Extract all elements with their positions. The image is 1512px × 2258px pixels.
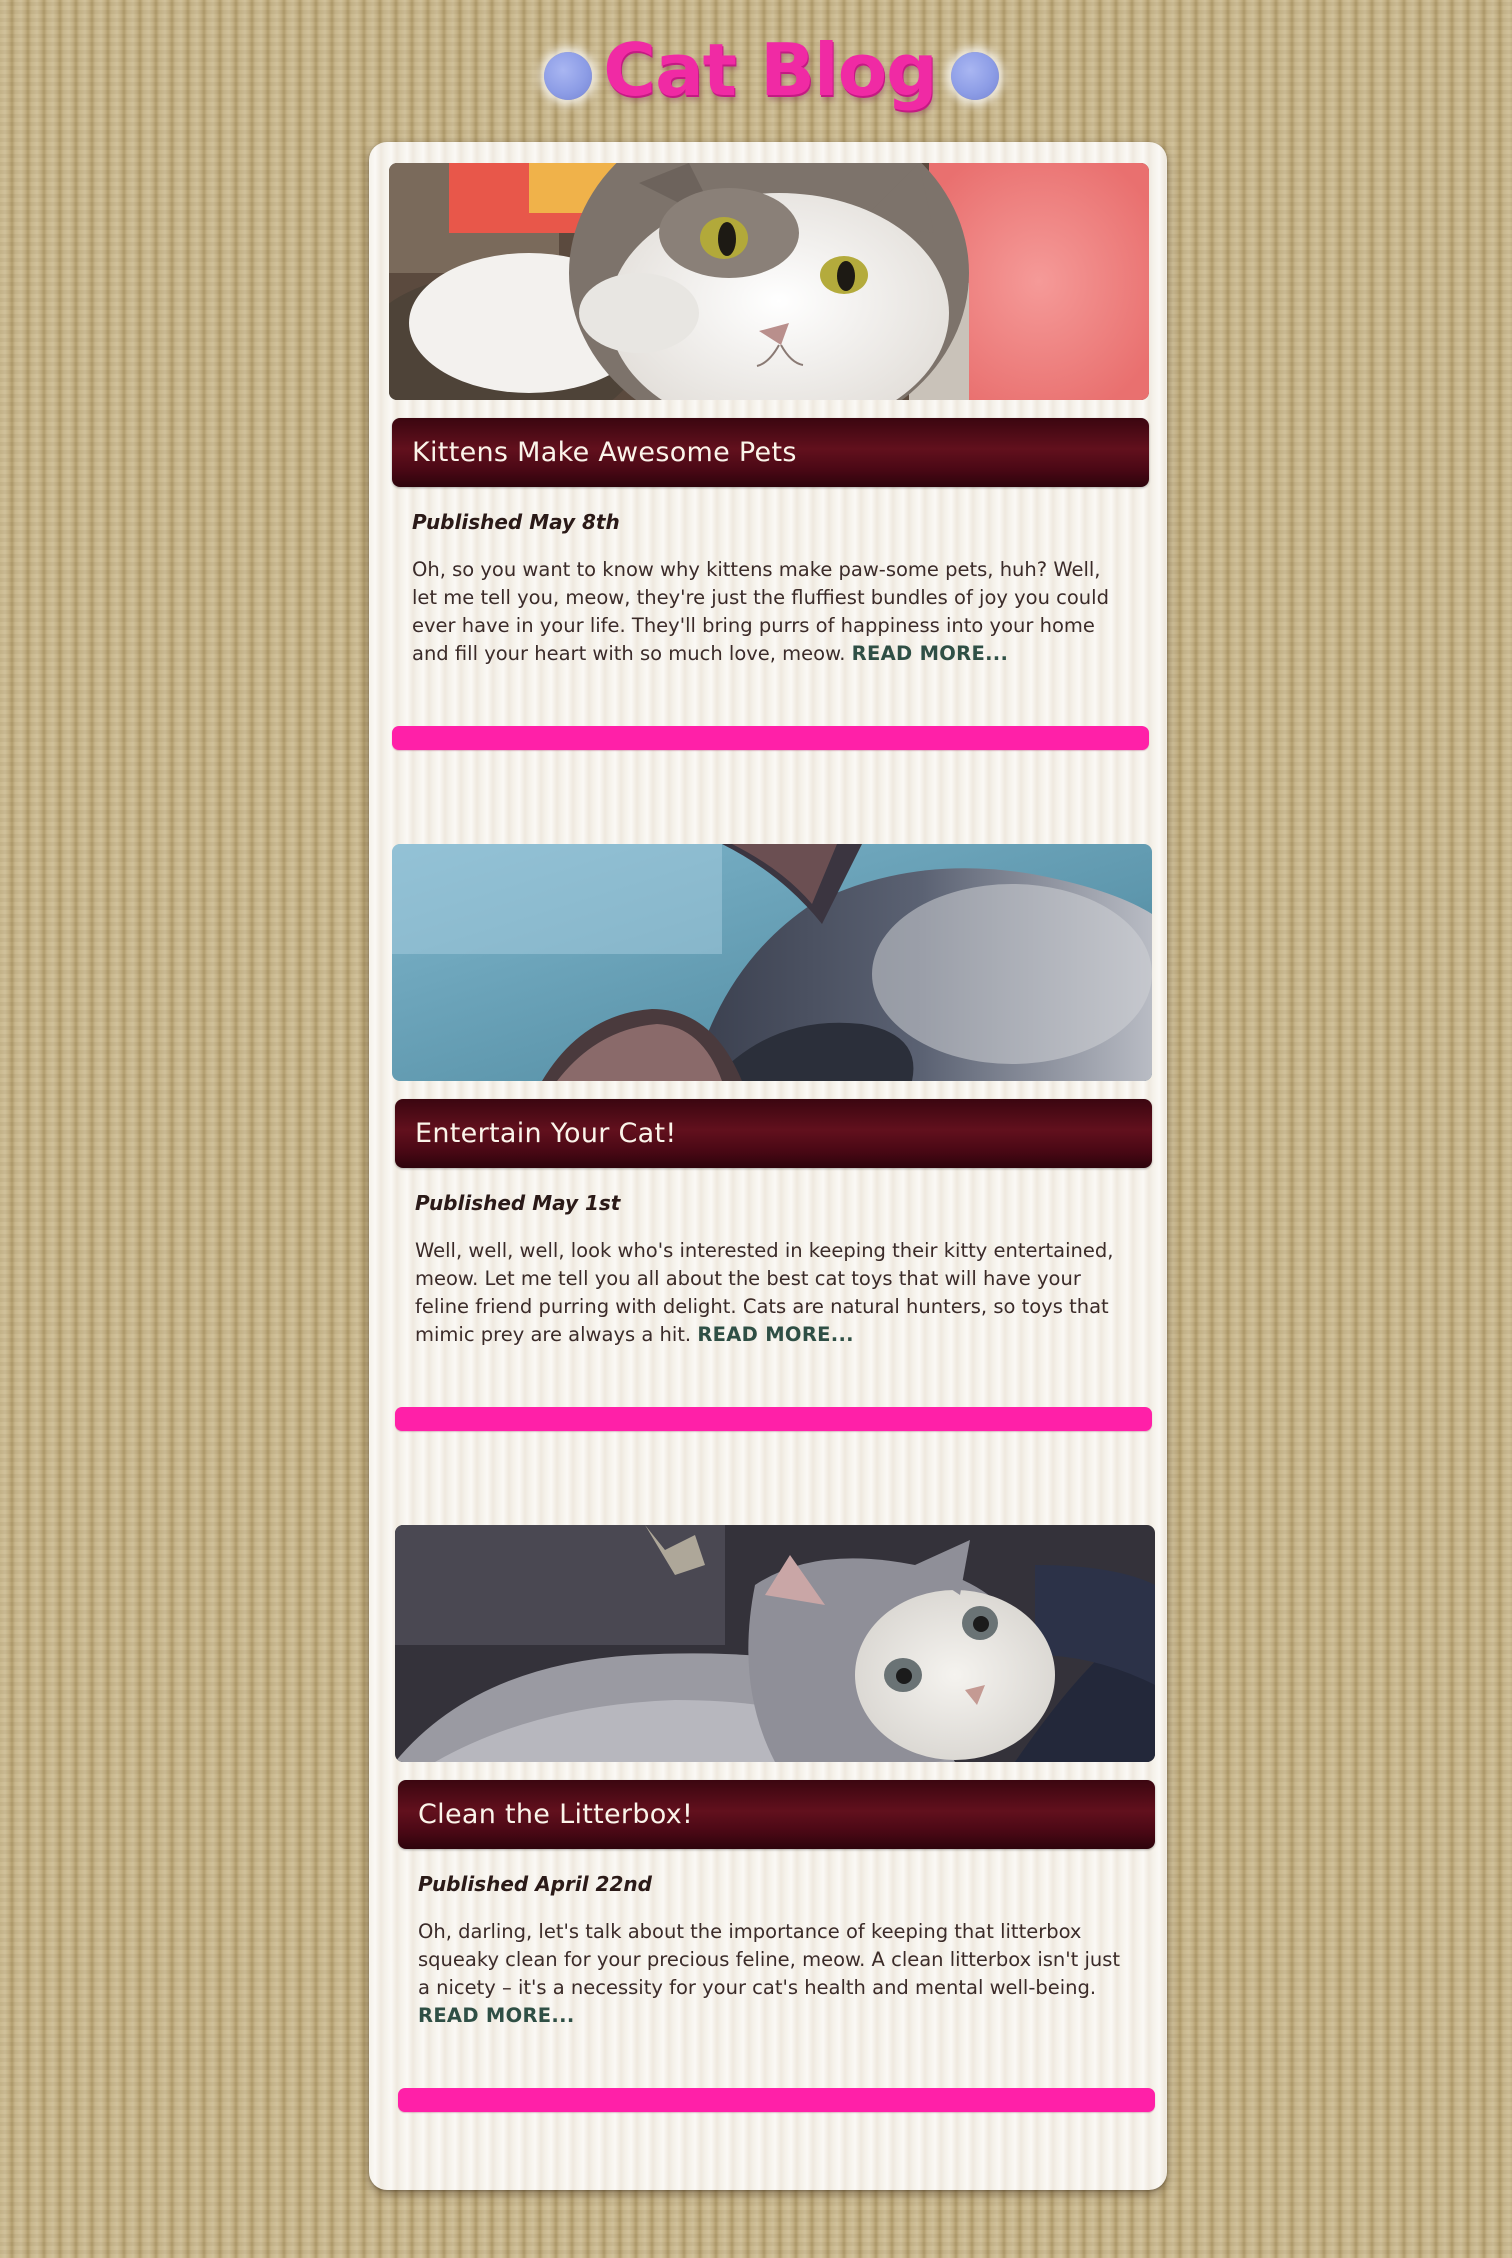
post-excerpt: Well, well, well, look who's interested …	[415, 1237, 1127, 1349]
read-more-link[interactable]: READ MORE...	[852, 642, 1009, 665]
site-header: Cat Blog	[0, 0, 1512, 140]
post-divider	[392, 726, 1149, 750]
post-divider	[395, 1407, 1152, 1431]
post-excerpt: Oh, so you want to know why kittens make…	[412, 556, 1124, 668]
post-date: Published May 8th	[412, 510, 620, 534]
post-date: Published May 1st	[415, 1191, 621, 1215]
cat-photo-icon	[395, 1525, 1155, 1762]
post-title[interactable]: Clean the Litterbox!	[418, 1780, 693, 1849]
post-excerpt: Oh, darling, let's talk about the import…	[418, 1918, 1130, 2030]
post-image[interactable]	[392, 844, 1152, 1081]
post-title-bar[interactable]: Entertain Your Cat!	[395, 1099, 1152, 1168]
cat-photo-icon	[392, 844, 1152, 1081]
post-image[interactable]	[389, 163, 1149, 400]
cat-photo-icon	[389, 163, 1149, 400]
read-more-link[interactable]: READ MORE...	[697, 1323, 854, 1346]
post-title[interactable]: Kittens Make Awesome Pets	[412, 418, 797, 487]
post-title-bar[interactable]: Clean the Litterbox!	[398, 1780, 1155, 1849]
blog-card: Kittens Make Awesome Pets Published May …	[369, 142, 1167, 2190]
post-title-bar[interactable]: Kittens Make Awesome Pets	[392, 418, 1149, 487]
orb-decoration-icon	[951, 52, 999, 100]
read-more-link[interactable]: READ MORE...	[418, 2004, 575, 2027]
orb-decoration-icon	[544, 52, 592, 100]
post-divider	[398, 2088, 1155, 2112]
post-date: Published April 22nd	[418, 1872, 652, 1896]
post-image[interactable]	[395, 1525, 1155, 1762]
site-title: Cat Blog	[603, 28, 937, 112]
post-excerpt-text: Oh, darling, let's talk about the import…	[418, 1920, 1121, 1999]
post-title[interactable]: Entertain Your Cat!	[415, 1099, 677, 1168]
